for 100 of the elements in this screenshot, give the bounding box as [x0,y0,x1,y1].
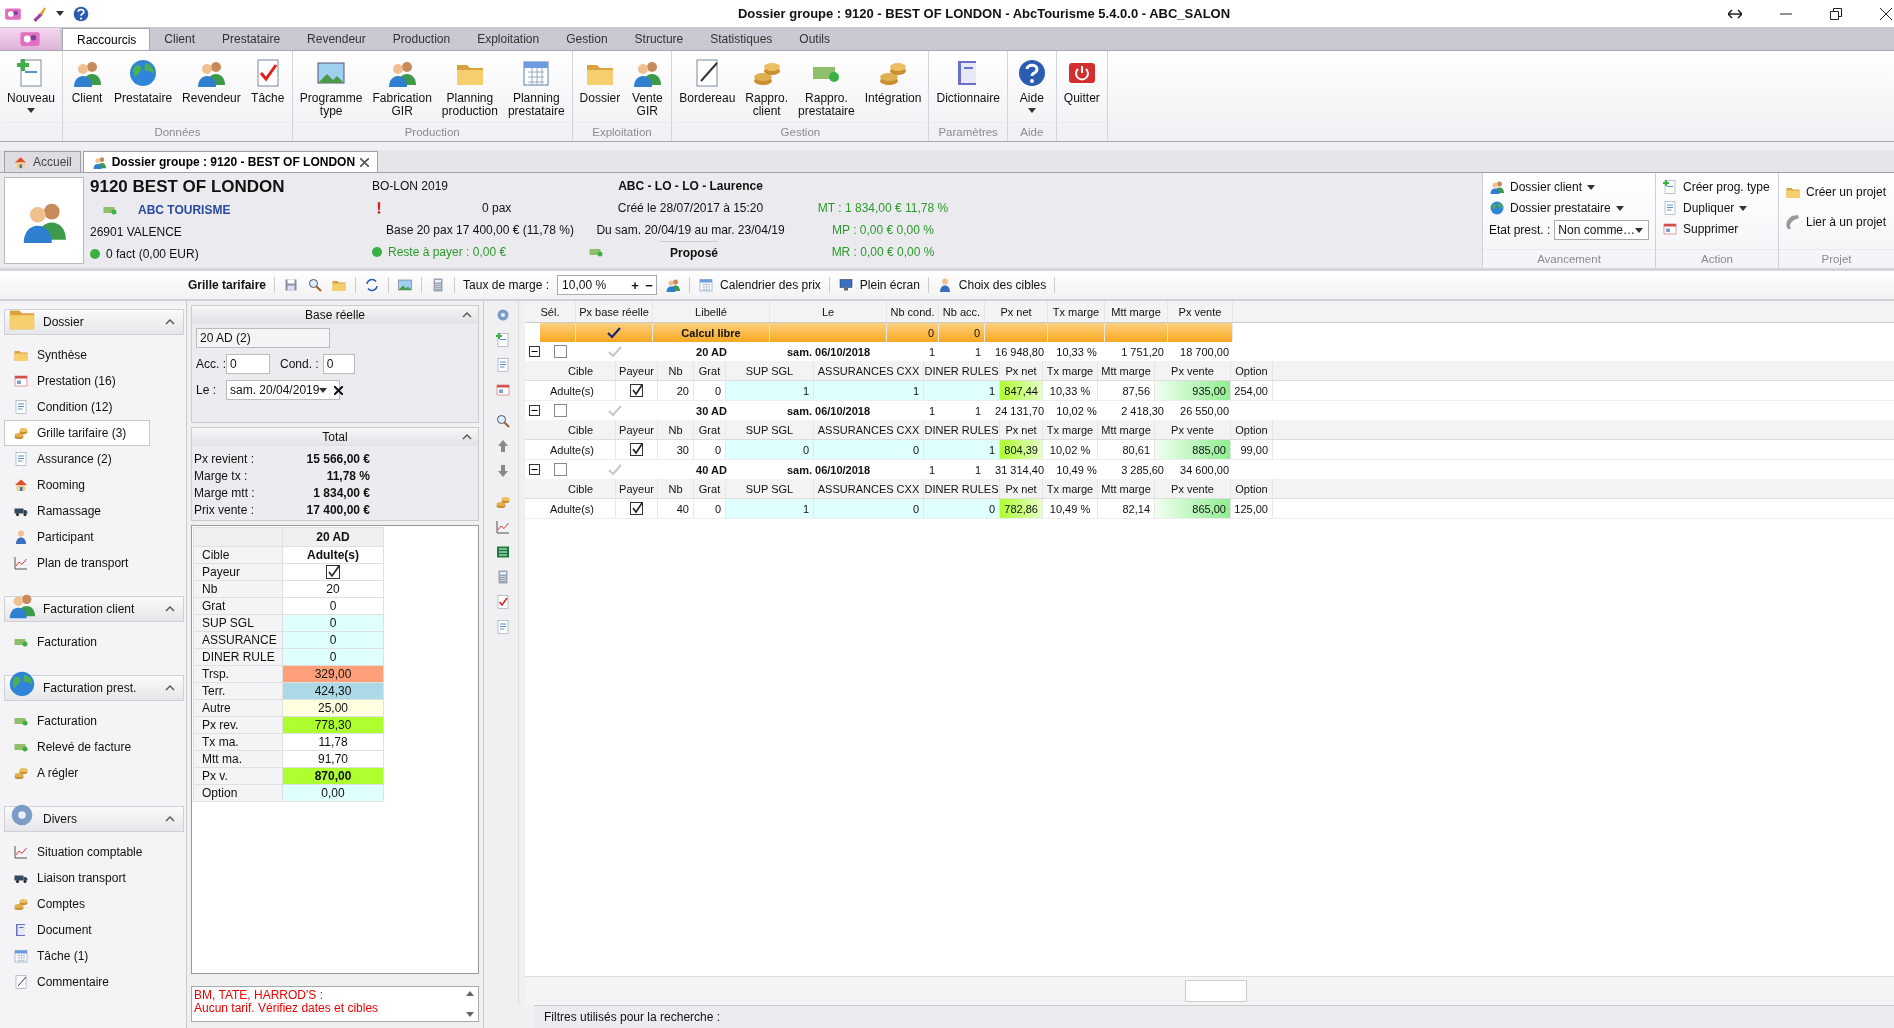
checkbox[interactable] [326,565,340,579]
ribbon-button[interactable]: Client [65,51,110,105]
nav-item[interactable]: Plan de transport [4,550,184,576]
ribbon-tab[interactable]: Structure [620,28,697,50]
ribbon-button[interactable]: Intégration [859,51,927,105]
caret-icon[interactable] [319,387,328,393]
ribbon-button[interactable]: Rappro. prestataire [793,51,860,118]
nav-item[interactable]: Participant [4,524,184,550]
ribbon-tab[interactable]: Statistiques [696,28,786,50]
action-button[interactable]: Créer prog. type [1662,178,1772,196]
acc-field[interactable]: 0 [226,354,270,374]
nav-item[interactable]: Comptes [4,891,184,917]
restore-icon[interactable] [1830,7,1842,20]
scroll-down-icon[interactable] [466,1012,474,1017]
ribbon-tab[interactable]: Outils [785,28,843,50]
step-button[interactable]: − [642,277,657,293]
nav-item[interactable]: Commentaire [4,969,184,995]
ribbon-button[interactable]: Prestataire [109,51,178,105]
clear-icon[interactable] [334,385,344,395]
action-button[interactable]: Dossier client [1489,178,1649,196]
app-menu-button[interactable] [0,28,60,50]
chevron-up-icon[interactable] [165,816,175,822]
refresh-button[interactable] [364,277,381,293]
ribbon-button[interactable]: Rappro. client [740,51,794,118]
checkbox[interactable] [630,384,643,397]
checkbox[interactable] [554,463,567,476]
nav-item[interactable]: Assurance (2) [4,446,184,472]
ribbon-tab[interactable]: Gestion [552,28,621,50]
nav-item[interactable]: Ramassage [4,498,184,524]
nav-item[interactable]: Facturation [4,629,184,655]
scroll-up-icon[interactable] [466,991,474,996]
nav-item[interactable]: A régler [4,760,184,786]
ribbon-button[interactable]: Quitter [1058,51,1105,105]
toolbar-button[interactable]: Plein écran [837,277,920,293]
caret-icon[interactable] [56,11,64,16]
section-header[interactable]: Facturation client [4,596,184,622]
nav-item[interactable]: Liaison transport [4,865,184,891]
nav-item[interactable]: Document [4,917,184,943]
ribbon-tab[interactable]: Revendeur [293,28,379,50]
ribbon-tab[interactable]: Raccourcis [62,28,151,50]
ribbon-tab[interactable]: Exploitation [463,28,553,50]
ribbon-button[interactable]: Fabrication GIR [367,51,437,118]
action-button[interactable]: Supprimer [1662,220,1772,238]
nav-item[interactable]: Relevé de facture [4,734,184,760]
checkbox[interactable] [630,443,643,456]
action-button[interactable]: Dupliquer [1662,199,1772,217]
ribbon-button[interactable]: Tâche [245,51,290,105]
chevron-up-icon[interactable] [165,685,175,691]
nav-item[interactable]: Grille tarifaire (3) [4,420,150,446]
section-header[interactable]: Divers [4,806,184,832]
resize-icon[interactable] [1728,8,1742,19]
ribbon-button[interactable]: Aide [1009,51,1054,113]
checkbox[interactable] [554,404,567,417]
picture-button[interactable] [397,277,414,293]
rate-field[interactable]: 10,00 % + − [557,275,658,295]
action-button[interactable]: Créer un projet [1785,183,1888,201]
ribbon-button[interactable]: Dossier [574,51,626,105]
collapse-icon[interactable] [529,464,540,475]
ribbon-tab[interactable]: Client [150,28,209,50]
document-tab[interactable]: Dossier groupe : 9120 - BEST OF LONDON [82,151,379,172]
chevron-up-icon[interactable] [462,434,472,440]
ribbon-button[interactable]: Dictionnaire [931,51,1005,105]
people-button[interactable] [665,277,682,293]
panel-header[interactable]: Total [192,428,478,446]
panel-header[interactable]: Base réelle [192,306,478,324]
collapse-icon[interactable] [529,346,540,357]
find-button[interactable] [307,277,324,293]
toolbar-button[interactable]: Calendrier des prix [698,277,821,293]
collapse-icon[interactable] [529,405,540,416]
ribbon-tab[interactable]: Production [378,28,464,50]
save-button[interactable] [283,277,300,293]
ribbon-button[interactable]: Programme type [294,51,368,118]
chevron-up-icon[interactable] [165,319,175,325]
date-field[interactable]: sam. 20/04/2019 [226,380,340,400]
chevron-up-icon[interactable] [165,606,175,612]
cond-field[interactable]: 0 [322,354,355,374]
nav-item[interactable]: Rooming [4,472,184,498]
close-icon[interactable] [360,157,370,167]
ribbon-button[interactable]: Revendeur [177,51,246,105]
document-tab[interactable]: Accueil [4,151,81,172]
checkbox[interactable] [554,345,567,358]
ribbon-button[interactable]: Vente GIR [625,51,670,118]
chevron-up-icon[interactable] [462,312,472,318]
nav-item[interactable]: Synthèse [4,342,184,368]
close-icon[interactable] [1880,7,1892,20]
ribbon-button[interactable]: Bordereau [674,51,741,105]
ribbon-button[interactable]: Planning prestataire [502,51,570,118]
nav-item[interactable]: Prestation (16) [4,368,184,394]
nav-item[interactable]: Facturation [4,708,184,734]
toolbar-button[interactable]: Choix des cibles [936,277,1047,293]
ribbon-button[interactable]: Planning production [436,51,503,118]
checkbox[interactable] [630,502,643,515]
target-field[interactable]: 20 AD (2) [196,328,330,348]
status-dropdown[interactable]: Non comme… [1554,220,1650,240]
ribbon-button[interactable]: Nouveau [2,51,61,113]
ribbon-tab[interactable]: Prestataire [208,28,294,50]
step-button[interactable]: + [628,277,643,293]
action-button[interactable]: Dossier prestataire [1489,199,1649,217]
nav-item[interactable]: Situation comptable [4,839,184,865]
nav-item[interactable]: Tâche (1) [4,943,184,969]
